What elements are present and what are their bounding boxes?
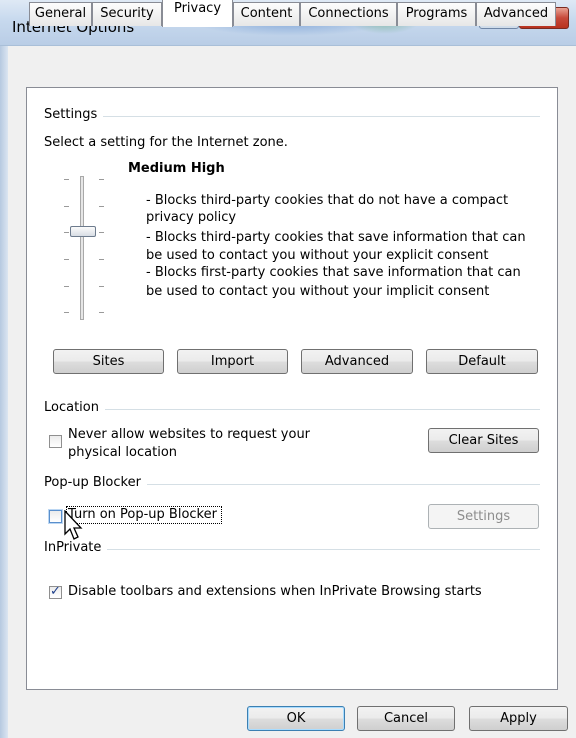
inprivate-group-label: InPrivate: [44, 540, 108, 555]
tab-security[interactable]: Security: [92, 2, 162, 26]
slider-track: [80, 176, 84, 320]
window-left-edge: [0, 46, 8, 738]
clear-sites-button[interactable]: Clear Sites: [428, 428, 539, 453]
slider-tick: [99, 206, 104, 207]
popup-group-label: Pop-up Blocker: [44, 475, 147, 490]
slider-tick: [99, 259, 104, 260]
disable-toolbars-label: Disable toolbars and extensions when InP…: [68, 584, 482, 599]
apply-button[interactable]: Apply: [469, 706, 568, 731]
tab-label: Privacy: [173, 1, 222, 16]
privacy-description-line: be used to contact you without your expl…: [146, 248, 489, 263]
privacy-description-line: - Blocks third-party cookies that save i…: [146, 230, 526, 245]
popup-settings-button[interactable]: Settings: [428, 504, 539, 529]
tab-general[interactable]: General: [29, 2, 92, 26]
disable-toolbars-checkbox[interactable]: [49, 584, 62, 599]
tab-privacy[interactable]: Privacy: [162, 0, 233, 27]
tab-label: Security: [100, 6, 154, 21]
settings-instruction: Select a setting for the Internet zone.: [44, 135, 288, 150]
privacy-description-line: be used to contact you without your impl…: [146, 284, 490, 299]
slider-tick: [99, 232, 104, 233]
privacy-description-line: privacy policy: [146, 210, 237, 225]
privacy-level-name: Medium High: [128, 161, 225, 176]
popup-blocker-checkbox[interactable]: [49, 510, 62, 523]
ok-button[interactable]: OK: [247, 706, 345, 731]
privacy-description-line: - Blocks third-party cookies that do not…: [146, 193, 509, 208]
privacy-description-line: - Blocks first-party cookies that save i…: [146, 265, 521, 280]
slider-tick: [64, 206, 69, 207]
tab-label: Content: [240, 6, 293, 21]
never-allow-location-label-2: physical location: [68, 445, 178, 460]
privacy-level-slider[interactable]: [58, 170, 108, 320]
tab-connections[interactable]: Connections: [300, 2, 397, 26]
slider-tick: [99, 179, 104, 180]
cancel-button[interactable]: Cancel: [357, 706, 455, 731]
inprivate-group-line: [44, 549, 540, 550]
import-button[interactable]: Import: [177, 349, 288, 374]
never-allow-location-checkbox[interactable]: [49, 435, 62, 448]
slider-tick: [64, 286, 69, 287]
slider-tick: [64, 259, 69, 260]
tab-label: Programs: [405, 6, 468, 21]
mouse-pointer-icon: [64, 510, 83, 540]
slider-tick: [99, 312, 104, 313]
sites-button[interactable]: Sites: [53, 349, 164, 374]
settings-group-line: [44, 116, 540, 117]
tab-advanced[interactable]: Advanced: [476, 2, 556, 26]
slider-tick: [64, 312, 69, 313]
tab-programs[interactable]: Programs: [397, 2, 476, 26]
never-allow-location-label: Never allow websites to request your: [68, 427, 311, 442]
location-group-label: Location: [44, 400, 105, 415]
tab-label: Connections: [308, 6, 389, 21]
advanced-button[interactable]: Advanced: [301, 349, 413, 374]
default-button[interactable]: Default: [426, 349, 538, 374]
slider-tick: [64, 232, 69, 233]
tab-content[interactable]: Content: [233, 2, 300, 26]
focus-rectangle: [66, 506, 222, 524]
settings-group-label: Settings: [44, 107, 104, 122]
tab-label: Advanced: [483, 6, 549, 21]
slider-tick: [99, 286, 104, 287]
slider-thumb[interactable]: [70, 226, 96, 237]
slider-tick: [64, 179, 69, 180]
location-group-line: [44, 409, 540, 410]
tab-label: General: [34, 6, 87, 21]
